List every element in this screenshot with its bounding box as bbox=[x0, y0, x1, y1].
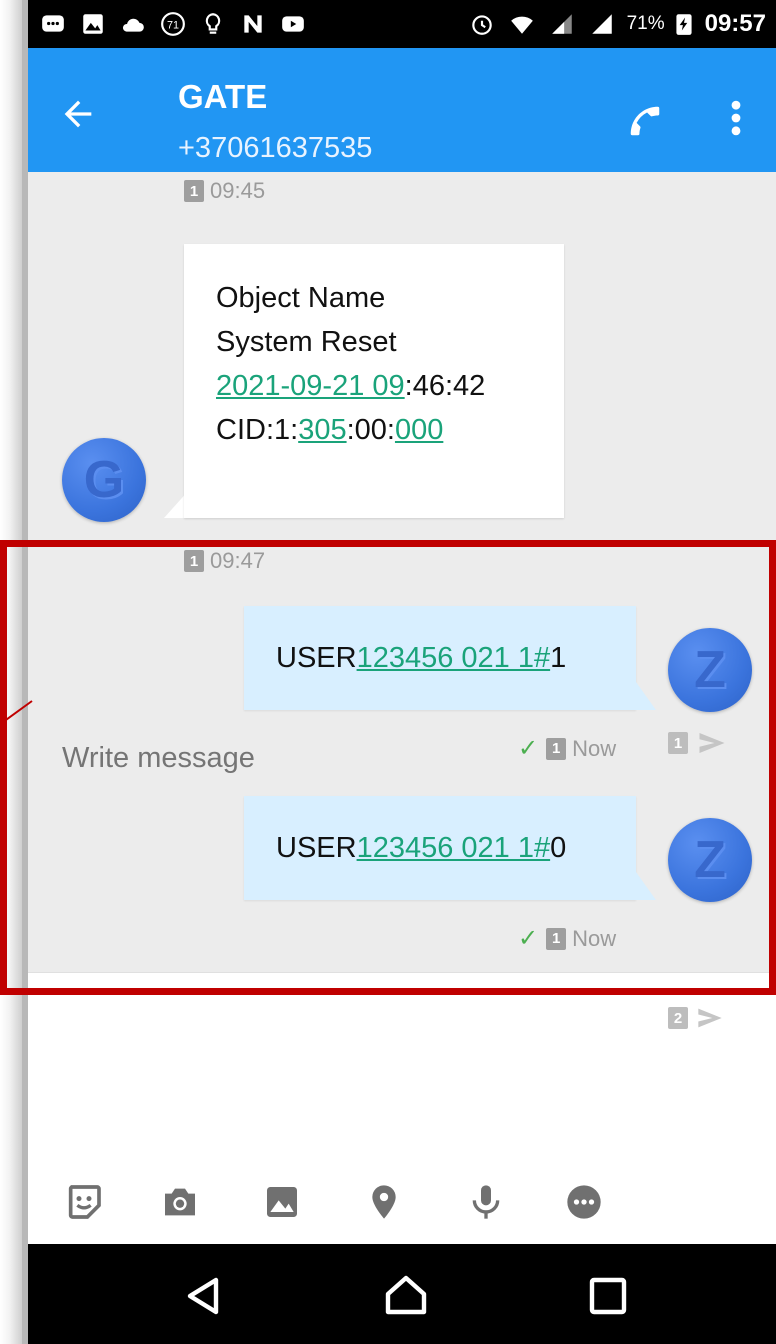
contact-name: GATE bbox=[178, 78, 268, 115]
timestamp-text: 09:45 bbox=[210, 178, 266, 203]
timestamp-text: 09:47 bbox=[210, 548, 266, 573]
message-status: ✓ 1 Now bbox=[518, 924, 616, 953]
sim-badge: 1 bbox=[668, 732, 688, 754]
lightbulb-icon bbox=[198, 9, 228, 39]
user-avatar[interactable]: Z bbox=[668, 628, 752, 712]
status-bar: 71 71% 09:57 bbox=[28, 0, 776, 48]
number-link[interactable]: 123456 021 1# bbox=[357, 832, 551, 864]
page-left-shadow bbox=[0, 0, 24, 1344]
signal-icon bbox=[547, 9, 577, 39]
message-text: USER bbox=[276, 832, 357, 864]
avatar-letter: Z bbox=[694, 641, 726, 699]
send-sim2-button[interactable]: 2 bbox=[668, 1004, 728, 1032]
n-logo-icon bbox=[238, 9, 268, 39]
clock: 09:57 bbox=[704, 10, 766, 37]
number-71-text: 71 bbox=[167, 19, 179, 31]
bubble-tail bbox=[636, 872, 656, 900]
battery-charging-icon bbox=[669, 9, 699, 39]
check-icon: ✓ bbox=[518, 925, 539, 952]
phone-icon bbox=[630, 106, 660, 136]
send-sim1-button[interactable]: 1 bbox=[668, 728, 732, 758]
chat-bubble-icon bbox=[38, 9, 68, 39]
date-link[interactable]: 2021-09-21 09 bbox=[216, 370, 405, 402]
avatar-letter: Z bbox=[694, 831, 726, 889]
battery-percent: 71% bbox=[626, 13, 665, 34]
outgoing-message-bubble[interactable]: USER123456 021 1#0 bbox=[244, 796, 636, 900]
nav-recents-icon[interactable] bbox=[584, 1272, 632, 1320]
more-vertical-icon bbox=[731, 100, 741, 136]
back-button[interactable] bbox=[58, 94, 98, 134]
status-text: Now bbox=[572, 925, 617, 951]
bubble-tail bbox=[636, 682, 656, 710]
message-text: :46:42 bbox=[404, 370, 486, 402]
message-line: System Reset bbox=[216, 326, 397, 358]
location-pin-icon bbox=[372, 1185, 396, 1219]
alarm-icon bbox=[467, 9, 497, 39]
arrow-left-icon bbox=[64, 100, 92, 128]
nav-back-icon[interactable] bbox=[180, 1272, 228, 1320]
youtube-icon bbox=[278, 9, 308, 39]
message-text: :00: bbox=[346, 414, 395, 446]
send-icon bbox=[699, 733, 725, 753]
message-text: USER bbox=[276, 642, 357, 674]
send-icon bbox=[698, 1008, 722, 1028]
sim-badge: 2 bbox=[668, 1007, 688, 1029]
more-horizontal-icon bbox=[567, 1185, 601, 1219]
image-icon bbox=[78, 9, 108, 39]
avatar-letter: G bbox=[83, 451, 125, 509]
app-bar: GATE +37061637535 bbox=[28, 48, 776, 172]
sim-badge: 1 bbox=[546, 927, 567, 950]
call-button[interactable] bbox=[626, 102, 664, 140]
sim-badge: 1 bbox=[184, 550, 204, 572]
number-71-icon: 71 bbox=[158, 9, 188, 39]
number-link[interactable]: 305 bbox=[298, 414, 346, 446]
sim-badge: 1 bbox=[184, 180, 204, 202]
incoming-message-bubble[interactable]: Object Name System Reset 2021-09-21 09:4… bbox=[184, 244, 564, 518]
message-line: 2021-09-21 09:46:42 bbox=[216, 364, 532, 408]
camera-icon bbox=[165, 1188, 195, 1216]
message-text: CID:1: bbox=[216, 414, 299, 446]
message-timestamp: 1 09:45 bbox=[184, 178, 265, 204]
contact-number: +37061637535 bbox=[178, 132, 373, 164]
microphone-icon bbox=[472, 1185, 500, 1219]
user-avatar[interactable]: Z bbox=[668, 818, 752, 902]
nav-home-icon[interactable] bbox=[382, 1272, 430, 1320]
number-link[interactable]: 123456 021 1# bbox=[357, 642, 551, 674]
navigation-bar bbox=[28, 1244, 776, 1344]
gallery-button[interactable] bbox=[260, 1180, 304, 1224]
contact-avatar[interactable]: G bbox=[62, 438, 146, 522]
outgoing-message-bubble[interactable]: USER123456 021 1#1 bbox=[244, 606, 636, 710]
signal-icon bbox=[587, 9, 617, 39]
message-input[interactable] bbox=[62, 742, 622, 775]
message-text: 0 bbox=[550, 832, 567, 864]
sticker-button[interactable] bbox=[62, 1180, 106, 1224]
number-link[interactable]: 000 bbox=[395, 414, 443, 446]
cloud-icon bbox=[118, 9, 148, 39]
location-button[interactable] bbox=[362, 1180, 406, 1224]
phone-screen: 71 71% 09:57 GATE +37061637535 1 09:45 O… bbox=[28, 0, 776, 1344]
sticker-icon bbox=[68, 1185, 101, 1219]
image-icon bbox=[267, 1187, 297, 1217]
wifi-icon bbox=[507, 9, 537, 39]
overflow-menu-button[interactable] bbox=[722, 96, 750, 140]
message-text: 1 bbox=[550, 642, 567, 674]
more-options-button[interactable] bbox=[562, 1180, 606, 1224]
message-timestamp: 1 09:47 bbox=[184, 548, 265, 574]
message-line: Object Name bbox=[216, 282, 386, 314]
camera-button[interactable] bbox=[158, 1180, 202, 1224]
voice-button[interactable] bbox=[464, 1180, 508, 1224]
message-line: CID:1:305:00:000 bbox=[216, 408, 532, 452]
